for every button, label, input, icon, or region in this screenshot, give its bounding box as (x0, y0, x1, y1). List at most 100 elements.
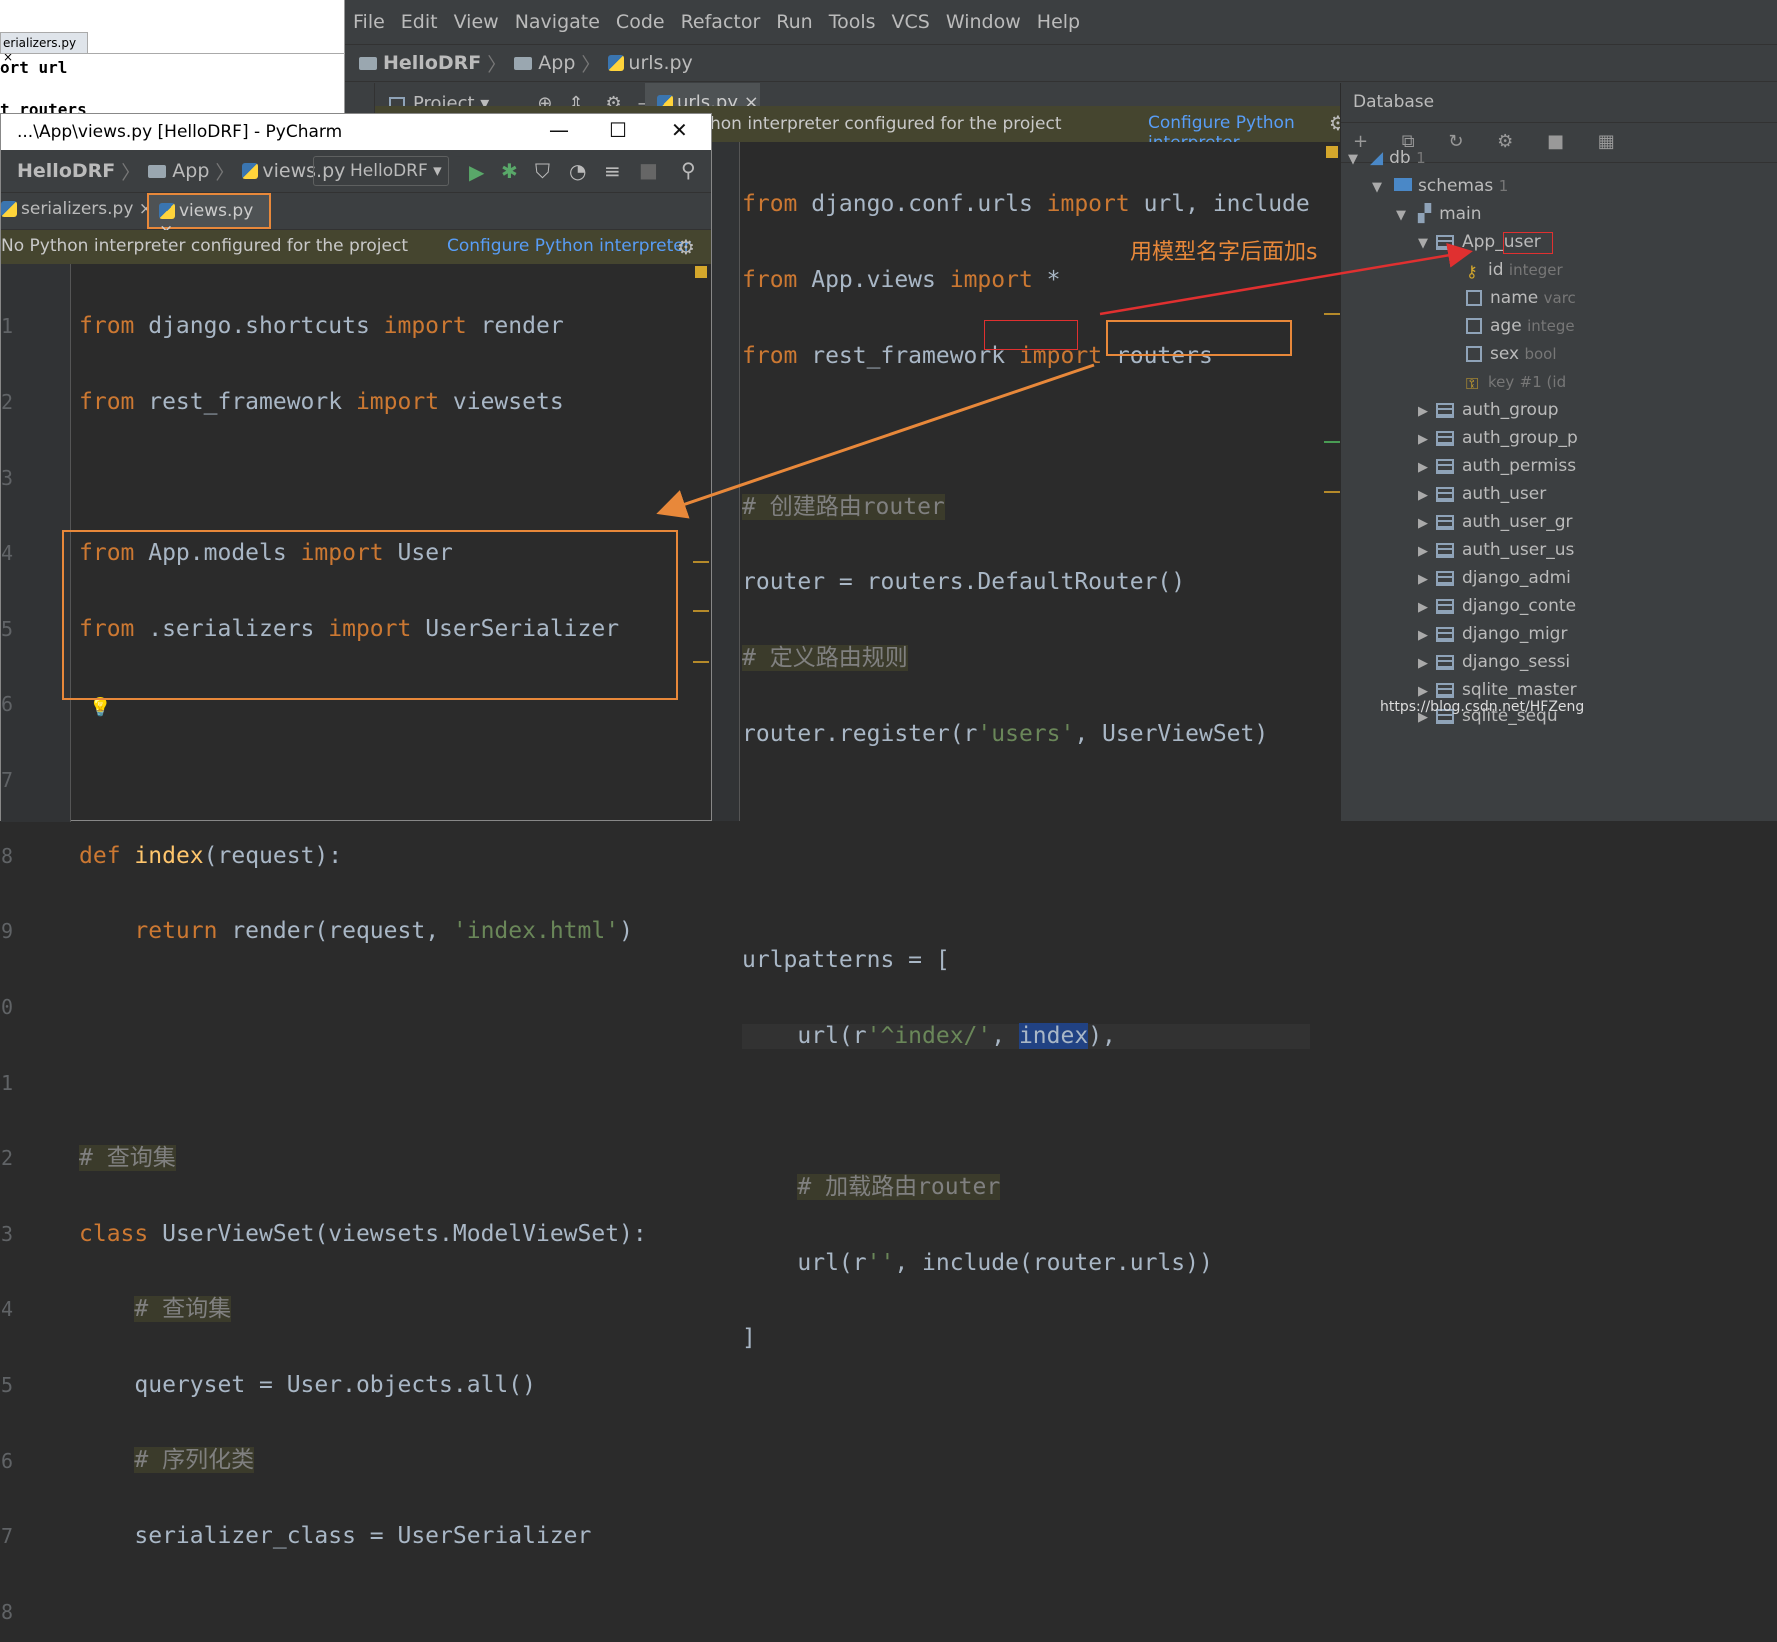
highlight-userviewset-box (1106, 320, 1292, 356)
line-number: 4 (1, 1297, 14, 1322)
table-icon (1436, 458, 1454, 474)
breadcrumb-project[interactable]: HelloDRF (17, 160, 115, 182)
breadcrumb-file[interactable]: urls.py (628, 52, 692, 74)
stop-icon[interactable]: ■ (639, 158, 658, 182)
folder-icon (359, 56, 377, 70)
breadcrumb-folder[interactable]: App (538, 52, 575, 74)
search-icon[interactable]: ⚲ (681, 158, 696, 182)
code-line: ] (742, 1325, 756, 1352)
node-label: auth_group (1462, 400, 1559, 420)
column-node[interactable]: name varc (1462, 288, 1576, 314)
code-line: urlpatterns = [ (742, 947, 950, 974)
run-config-dropdown[interactable]: HelloDRF ▾ (313, 156, 449, 186)
breadcrumb-project[interactable]: HelloDRF (383, 52, 481, 74)
bg-tab-serializers[interactable]: erializers.py × (0, 32, 88, 64)
node-label: auth_group_p (1462, 428, 1578, 448)
database-title: Database (1341, 83, 1777, 123)
table-node[interactable]: ▶ django_sessi (1418, 652, 1570, 678)
node-label: auth_user (1462, 484, 1547, 504)
line-number: 2 (1, 1146, 14, 1171)
breadcrumb: HelloDRF 〉 App 〉 views.py HelloDRF ▾ ▶ ✱… (1, 150, 711, 192)
table-node[interactable]: ▶ django_conte (1418, 596, 1576, 622)
lightbulb-icon[interactable]: 💡 (89, 697, 111, 718)
menu-file[interactable]: File (353, 11, 385, 33)
configure-interpreter-link[interactable]: Configure Python interpreter (447, 236, 691, 256)
menu-run[interactable]: Run (776, 11, 812, 33)
debug-icon[interactable]: ✱ (501, 159, 518, 183)
window-title: ...\App\views.py [HelloDRF] - PyCharm (17, 122, 343, 142)
table-node[interactable]: ▶ django_admi (1418, 568, 1571, 594)
code-line: router = routers.DefaultRouter() (742, 569, 1186, 596)
profile-icon[interactable]: ◔ (569, 159, 586, 183)
coverage-icon[interactable]: ⛉ (535, 159, 550, 183)
expand-arrow-icon: ▶ (1418, 600, 1428, 615)
column-name: sex (1490, 344, 1520, 364)
table-node[interactable]: ▶ auth_group (1418, 400, 1559, 426)
table-node[interactable]: ▶ django_migr (1418, 624, 1567, 650)
menu-help[interactable]: Help (1037, 11, 1080, 33)
run-icon[interactable]: ▶ (469, 160, 484, 184)
menu-code[interactable]: Code (616, 11, 665, 33)
line-number: 1 (1, 1070, 14, 1095)
tree-node-db[interactable]: ▼ ◢ db 1 (1348, 148, 1426, 174)
menu-edit[interactable]: Edit (401, 11, 438, 33)
python-file-icon (608, 55, 625, 71)
chevron-right-icon: 〉 (581, 53, 601, 76)
maximize-button[interactable]: ☐ (609, 118, 627, 142)
code-line: url(r'', include(router.urls)) (742, 1249, 1213, 1276)
column-type: integer (1508, 261, 1563, 279)
schema-icon: ▞ (1418, 204, 1432, 224)
expand-arrow-icon: ▶ (1418, 544, 1428, 559)
node-label: django_migr (1462, 624, 1568, 644)
gear-icon[interactable]: ⚙ (677, 235, 695, 259)
tree-node-main[interactable]: ▼ ▞ main (1396, 204, 1482, 230)
line-number: 6 (1, 692, 14, 717)
column-type: intege (1527, 317, 1575, 335)
tree-node-schemas[interactable]: ▼ schemas 1 (1372, 176, 1508, 202)
close-button[interactable]: ✕ (671, 118, 688, 142)
window-titlebar: ...\App\views.py [HelloDRF] - PyCharm — … (1, 114, 711, 150)
key-icon: ⚷ (1466, 262, 1478, 281)
menu-vcs[interactable]: VCS (892, 11, 930, 33)
menu-window[interactable]: Window (946, 11, 1021, 33)
line-number: 8 (1, 1599, 14, 1624)
code-line: # 加载路由router (797, 1174, 1001, 1201)
concurrency-icon[interactable]: ≡ (604, 159, 621, 183)
minimize-button[interactable]: — (549, 118, 569, 142)
line-number: 9 (1, 919, 14, 944)
views-pycharm-window: ...\App\views.py [HelloDRF] - PyCharm — … (0, 113, 712, 1624)
code-line: # 查询集 (134, 1296, 232, 1323)
table-node[interactable]: ▶ auth_user_us (1418, 540, 1574, 566)
notice-text: No Python interpreter configured for the… (1, 236, 408, 256)
menu-tools[interactable]: Tools (829, 11, 876, 33)
code-line: class UserViewSet(viewsets.ModelViewSet)… (79, 1220, 647, 1247)
expand-arrow-icon: ▼ (1372, 180, 1382, 195)
column-node[interactable]: ⚷ id integer (1462, 260, 1563, 286)
code-line: url(r'^index/', index), (742, 1022, 1310, 1050)
table-node[interactable]: ▶ auth_user (1418, 484, 1546, 510)
views-code[interactable]: from django.shortcuts import render from… (79, 264, 647, 1642)
breadcrumb-folder[interactable]: App (172, 160, 209, 182)
scroll-marker (693, 561, 709, 563)
menu-navigate[interactable]: Navigate (515, 11, 600, 33)
divider (0, 53, 345, 54)
table-node[interactable]: ▶ auth_group_p (1418, 428, 1578, 454)
column-node[interactable]: age intege (1462, 316, 1575, 342)
menu-refactor[interactable]: Refactor (681, 11, 761, 33)
table-node[interactable]: ▶ auth_user_gr (1418, 512, 1573, 538)
tab-serializers[interactable]: serializers.py × (1, 199, 153, 219)
scroll-marker (693, 661, 709, 663)
column-icon (1466, 318, 1482, 334)
python-file-icon (1, 201, 17, 217)
highlight-viewset-box (62, 530, 678, 700)
scroll-marker (1324, 491, 1340, 493)
column-node[interactable]: sex bool (1462, 344, 1557, 370)
menu-view[interactable]: View (454, 11, 499, 33)
tab-views[interactable]: views.py × (147, 193, 271, 241)
key-node[interactable]: ⚿ key #1 (id (1462, 372, 1566, 398)
table-node[interactable]: ▶ auth_permiss (1418, 456, 1576, 482)
node-label: django_admi (1462, 568, 1571, 588)
